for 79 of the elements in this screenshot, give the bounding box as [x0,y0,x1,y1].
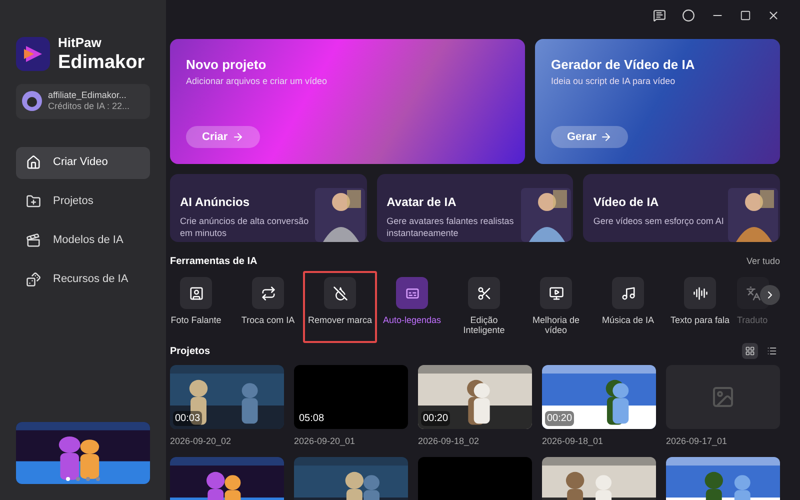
grid-icon [745,346,755,356]
card-title: Novo projeto [186,56,268,74]
section-title: Projetos [170,344,210,358]
tool-item[interactable]: Troca com IA [231,271,305,343]
project-thumbnail[interactable]: 05:08 [294,365,408,429]
close-icon[interactable] [767,8,780,22]
hero-card[interactable]: Gerador de Vídeo de IA Ideia ou script de IA para vídeo Gerar [535,39,780,164]
nav-item[interactable]: Modelos de IA [16,224,150,256]
avatar-icon [22,91,42,112]
card-subtitle: Ideia ou script de IA para vídeo [551,74,676,88]
card-description: Gere avatares falantes realistas instantaneamente [386,215,515,239]
captions-icon [404,286,420,300]
brand-name: HitPaw [58,36,102,49]
portrait-icon [188,286,204,300]
section-title: Ferramentas de IA [170,255,258,269]
scissors-icon [476,286,492,300]
tool-label: Melhoria de vídeo [531,315,581,335]
scroll-right-button[interactable] [760,285,780,305]
project-date: 2026-09-20_02 [170,435,232,448]
tool-label: Foto Falante [170,315,222,325]
tool-label: Edição Inteligente [462,315,506,335]
tool-item[interactable]: Foto Falante [159,271,233,343]
hero-card[interactable]: Novo projeto Adicionar arquivos e criar um vídeo Criar [170,39,525,164]
swap-icon [260,286,276,300]
audio-wave-icon [692,286,708,300]
project-date: 2026-09-20_01 [294,435,356,448]
nav-item[interactable]: Projetos [16,186,150,218]
card-description: Crie anúncios de alta conversão em minutos [180,215,310,239]
project-date: 2026-09-17_01 [666,435,728,448]
project-thumbnail[interactable] [666,365,780,429]
grid-view-button[interactable] [742,343,758,359]
card-description: Gere vídeos sem esforço com AI [593,215,725,227]
project-date: 2026-09-18_01 [542,435,604,448]
duration-label: 00:03 [173,411,202,426]
feedback-icon[interactable] [653,8,666,22]
see-all-link[interactable]: Ver tudo [746,254,780,268]
logo-icon [16,37,50,71]
tool-label: Troca com IA [241,315,295,325]
nav-item[interactable]: Recursos de IA [16,264,150,296]
music-icon [620,286,636,300]
tool-item[interactable]: Texto para fala [663,271,737,343]
maximize-icon[interactable] [740,10,751,20]
tool-item[interactable]: Melhoria de vídeo [519,271,593,343]
tool-item[interactable]: Música de IA [591,271,665,343]
card-title: Vídeo de IA [593,194,660,211]
card-subtitle: Adicionar arquivos e criar um vídeo [186,74,328,88]
tool-label: Auto-legendas [382,315,442,325]
translate-icon [746,286,760,300]
arrow-right-icon [232,131,244,143]
list-icon [767,346,777,356]
video-icon [548,286,564,300]
feature-card[interactable]: Vídeo de IA Gere vídeos sem esforço com AI [583,174,780,242]
brand-product: Edimakor [58,53,145,72]
image-placeholder-icon [711,385,735,409]
nav-item[interactable]: Criar Video [16,146,150,178]
tool-item[interactable]: Auto-legendas [375,271,449,343]
tool-label: Remover marca [308,315,372,325]
account-card[interactable]: affiliate_Edimakor... Créditos de IA : 22... [16,84,150,118]
tool-label: Traduto [737,315,768,325]
clapperboard-icon [26,233,41,248]
arrow-right-icon [600,131,612,143]
feature-card[interactable]: AI Anúncios Crie anúncios de alta conversão em minutos [170,174,367,242]
tool-label: Texto para fala [670,315,730,325]
tool-label: Música de IA [602,315,654,325]
dice-icon [26,272,41,287]
home-icon [26,155,41,170]
tool-item[interactable]: Edição Inteligente [447,271,521,343]
account-name: affiliate_Edimakor... [48,90,128,102]
card-title: AI Anúncios [180,194,251,211]
card-title: Avatar de IA [386,194,458,211]
folder-plus-icon [26,194,41,209]
card-title: Gerador de Vídeo de IA [551,56,696,74]
tool-item[interactable]: Remover marca [303,271,377,343]
project-date: 2026-09-18_02 [418,435,480,448]
drop-off-icon [332,286,348,300]
feature-card[interactable]: Avatar de IA Gere avatares falantes realistas instantaneamente [376,174,574,242]
duration-label: 00:20 [421,411,450,426]
duration-label: 00:20 [545,411,574,426]
credits-text: Créditos de IA : 22... [48,101,130,112]
